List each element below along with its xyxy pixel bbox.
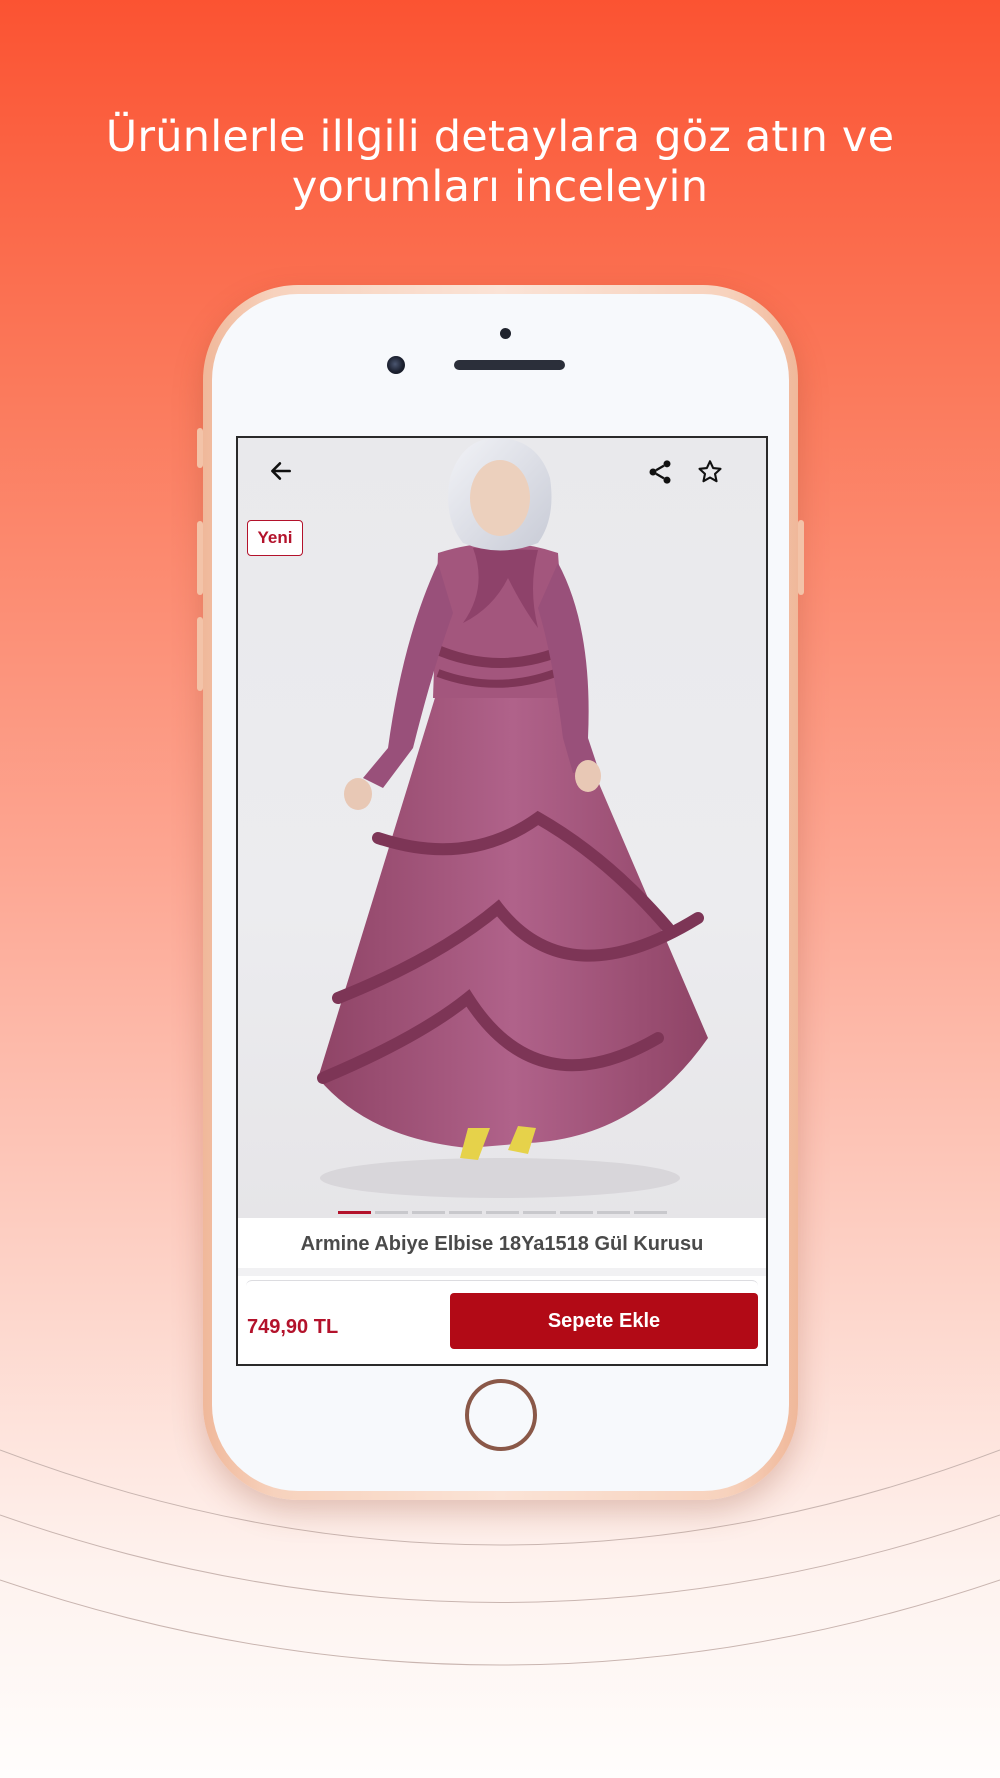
home-button[interactable]: [465, 1379, 537, 1451]
back-arrow-icon[interactable]: [268, 458, 304, 494]
pager-indicator[interactable]: [412, 1211, 445, 1214]
pager-indicator[interactable]: [375, 1211, 408, 1214]
product-title: Armine Abiye Elbise 18Ya1518 Gül Kurusu: [300, 1232, 704, 1255]
pager-indicator[interactable]: [486, 1211, 519, 1214]
pager-indicator[interactable]: [523, 1211, 556, 1214]
phone-power-button: [798, 520, 804, 595]
pager-indicator[interactable]: [338, 1211, 371, 1214]
pager-indicator[interactable]: [634, 1211, 667, 1214]
pager-indicator[interactable]: [560, 1211, 593, 1214]
app-screen: Yeni Armine Abiye Elbise 18Ya1518 Gül Ku…: [236, 436, 768, 1366]
product-image[interactable]: Yeni: [238, 438, 766, 1218]
pager-indicator[interactable]: [597, 1211, 630, 1214]
new-badge: Yeni: [247, 520, 303, 556]
earpiece-speaker: [454, 360, 565, 370]
phone-face: Yeni Armine Abiye Elbise 18Ya1518 Gül Ku…: [212, 294, 789, 1491]
phone-mockup: Yeni Armine Abiye Elbise 18Ya1518 Gül Ku…: [197, 285, 804, 1500]
section-divider: [238, 1268, 766, 1276]
proximity-sensor: [500, 328, 511, 339]
product-price: 749,90 TL: [247, 1316, 339, 1338]
promo-headline-line-1: Ürünlerle illgili detaylara göz atın ve: [105, 112, 895, 162]
add-to-cart-button[interactable]: Sepete Ekle: [450, 1293, 758, 1349]
favorite-star-icon[interactable]: [696, 458, 732, 494]
front-camera: [387, 356, 405, 374]
phone-volume-down: [197, 617, 203, 691]
promo-headline: Ürünlerle illgili detaylara göz atın ve …: [0, 112, 1000, 212]
phone-volume-up: [197, 521, 203, 595]
image-pager: [338, 1211, 667, 1215]
product-photo-illustration: [317, 438, 708, 1198]
phone-mute-switch: [197, 428, 203, 468]
share-icon[interactable]: [646, 458, 682, 494]
next-card-edge: [246, 1280, 758, 1287]
pager-indicator[interactable]: [449, 1211, 482, 1214]
promo-headline-line-2: yorumları inceleyin: [291, 162, 709, 212]
